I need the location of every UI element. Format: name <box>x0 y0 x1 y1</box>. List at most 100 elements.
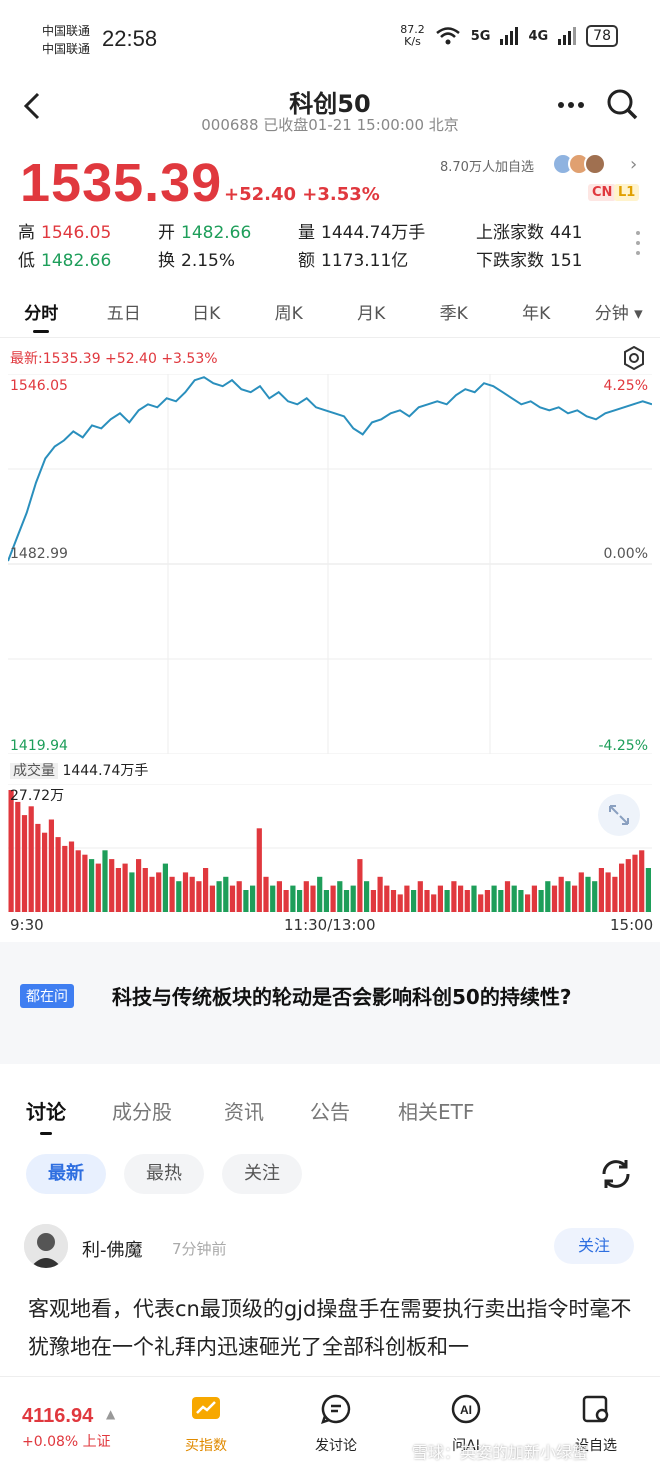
volume-bar <box>276 881 282 912</box>
tab-weekly-k[interactable]: 周K <box>248 292 331 337</box>
volume-bar <box>431 894 437 912</box>
volume-bar <box>619 863 625 912</box>
tab-minute[interactable]: 分钟 ▾ <box>578 292 660 337</box>
stat-volume: 量 1444.74万手 <box>298 223 426 243</box>
volume-bar <box>189 876 195 912</box>
chip-hottest[interactable]: 最热 <box>124 1154 204 1194</box>
volume-bar <box>612 876 618 912</box>
tab-intraday[interactable]: 分时 <box>0 292 83 337</box>
volume-bar <box>337 881 343 912</box>
time-tick-mid: 11:30/13:00 <box>284 916 376 934</box>
volume-bar <box>28 806 34 912</box>
tab-constituents[interactable]: 成分股 <box>112 1096 172 1125</box>
stat-amount: 额 1173.11亿 <box>298 251 409 271</box>
chip-latest[interactable]: 最新 <box>26 1154 106 1194</box>
chart-settings-icon[interactable] <box>622 346 646 370</box>
shanghai-index-value[interactable]: 4116.94 <box>22 1405 93 1428</box>
bottom-toolbar: 4116.94 ▲ +0.08% 上证 买指数 发讨论 AI 问AI 设自选 雪… <box>0 1376 660 1474</box>
tab-yearly-k[interactable]: 年K <box>495 292 578 337</box>
pct-tick-bottom: -4.25% <box>598 738 648 754</box>
volume-bar <box>350 885 356 912</box>
volume-bar <box>364 881 370 912</box>
volume-bar <box>377 876 383 912</box>
avatar[interactable] <box>24 1224 68 1268</box>
user-avatar-icon <box>24 1224 68 1268</box>
post-author[interactable]: 利-佛魔 <box>82 1236 143 1262</box>
pct-tick-top: 4.25% <box>604 378 648 394</box>
tab-five-day[interactable]: 五日 <box>83 292 166 337</box>
refresh-icon[interactable] <box>598 1156 634 1192</box>
volume-bar <box>572 885 578 912</box>
volume-bar <box>136 859 142 912</box>
tab-announcements[interactable]: 公告 <box>310 1096 350 1125</box>
follower-avatars[interactable] <box>552 153 606 175</box>
follow-button[interactable]: 关注 <box>554 1228 634 1264</box>
volume-bar <box>229 885 236 912</box>
tab-news[interactable]: 资讯 <box>224 1096 264 1125</box>
volume-bar <box>283 890 289 912</box>
signal-4g: 4G <box>528 28 549 44</box>
volume-bar <box>82 854 88 912</box>
volume-bar <box>424 890 430 912</box>
content-tabs: 讨论 成分股 资讯 公告 相关ETF <box>0 1086 660 1136</box>
volume-bar <box>357 859 363 912</box>
volume-bar <box>35 823 41 912</box>
time-tick-close: 15:00 <box>610 916 654 934</box>
question-text[interactable]: 科技与传统板块的轮动是否会影响科创50的持续性? <box>20 982 644 1012</box>
chevron-right-icon[interactable]: › <box>630 154 637 175</box>
battery-indicator: 78 <box>586 25 618 47</box>
volume-total: 1444.74万手 <box>62 763 149 779</box>
volume-bar <box>538 890 544 912</box>
post-discussion-button[interactable]: 发讨论 <box>286 1393 386 1455</box>
volume-bar <box>162 863 168 912</box>
tab-daily-k[interactable]: 日K <box>165 292 248 337</box>
volume-bar <box>223 876 229 912</box>
search-icon[interactable] <box>604 86 640 122</box>
tab-related-etf[interactable]: 相关ETF <box>398 1096 474 1125</box>
chip-following[interactable]: 关注 <box>222 1154 302 1194</box>
expand-dots-icon[interactable] <box>636 230 640 256</box>
volume-bar <box>303 881 309 912</box>
volume-bar <box>209 885 215 912</box>
tab-monthly-k[interactable]: 月K <box>330 292 413 337</box>
volume-bar <box>471 885 477 912</box>
more-icon[interactable] <box>556 90 586 120</box>
volume-bar <box>42 832 48 912</box>
shanghai-index-change[interactable]: +0.08% 上证 <box>22 1431 111 1451</box>
volume-bar <box>370 890 376 912</box>
volume-bar <box>585 876 591 912</box>
volume-bar <box>8 790 14 912</box>
stat-decliners: 下跌家数 151 <box>476 251 583 271</box>
volume-bar <box>15 801 21 912</box>
net-speed: 87.2 K/s <box>400 24 425 48</box>
volume-bar <box>545 881 551 912</box>
volume-bar <box>437 885 443 912</box>
carrier-2: 中国联通 <box>42 42 91 56</box>
trending-question-card[interactable]: 科技与传统板块的轮动是否会影响科创50的持续性? 都在问 <box>0 942 660 1064</box>
volume-max-tick: 27.72万 <box>10 788 64 804</box>
volume-bar <box>518 890 524 912</box>
stat-high: 高 1546.05 <box>18 223 112 243</box>
volume-bar <box>122 863 128 912</box>
expand-chart-button[interactable] <box>598 794 640 836</box>
tab-discussion[interactable]: 讨论 <box>26 1096 66 1135</box>
volume-bar <box>62 845 68 912</box>
volume-bar <box>317 876 323 912</box>
status-bar: 中国联通 中国联通 22:58 87.2 K/s 5G 4G 78 <box>0 0 660 76</box>
buy-index-button[interactable]: 买指数 <box>156 1393 256 1455</box>
volume-bar <box>182 872 189 912</box>
volume-bar <box>176 881 182 912</box>
tab-quarterly-k[interactable]: 季K <box>413 292 496 337</box>
post-body[interactable]: 客观地看，代表cn最顶级的gjd操盘手在需要执行卖出指令时毫不犹豫地在一个礼拜内… <box>28 1290 638 1366</box>
volume-bar <box>551 885 558 912</box>
volume-bar <box>323 890 329 912</box>
volume-bar <box>397 894 403 912</box>
buy-index-label: 买指数 <box>185 1438 227 1454</box>
followers-count[interactable]: 8.70万人加自选 <box>440 156 534 175</box>
chart-latest-readout: 最新:1535.39 +52.40 +3.53% <box>10 351 218 367</box>
chart-up-icon <box>192 1397 220 1419</box>
intraday-price-chart[interactable]: 1546.05 1482.99 1419.94 4.25% 0.00% -4.2… <box>8 374 652 754</box>
volume-bar <box>68 841 75 912</box>
volume-bar <box>290 885 296 912</box>
volume-bar <box>48 819 54 912</box>
